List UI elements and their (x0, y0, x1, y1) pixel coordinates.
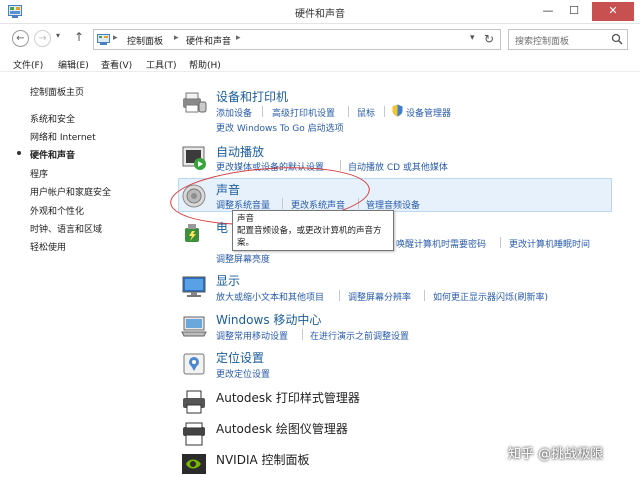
chevron-right-icon[interactable]: ▸ (236, 33, 241, 43)
up-button[interactable]: ↑ (74, 30, 84, 44)
power-options-icon[interactable] (180, 220, 208, 248)
category-autoplay[interactable]: 自动播放 (216, 143, 264, 160)
link-screen-resolution[interactable]: 调整屏幕分辨率 (348, 290, 411, 303)
sidebar-item-programs[interactable]: 程序 (30, 167, 48, 180)
display-monitor-icon[interactable] (180, 273, 208, 301)
category-mobility-center[interactable]: Windows 移动中心 (216, 311, 321, 328)
location-icon[interactable] (180, 350, 208, 378)
divider (424, 290, 425, 301)
back-button[interactable]: ← (12, 30, 29, 47)
devices-printers-icon[interactable] (180, 88, 208, 116)
divider (348, 106, 349, 117)
link-text-size[interactable]: 放大或缩小文本和其他项目 (216, 290, 324, 303)
chevron-right-icon[interactable]: ▸ (113, 33, 118, 43)
search-placeholder: 搜索控制面板 (515, 37, 570, 47)
link-adjust-brightness[interactable]: 调整屏幕亮度 (216, 252, 270, 265)
address-dropdown-icon[interactable]: ▾ (470, 33, 475, 43)
link-add-device[interactable]: 添加设备 (216, 106, 252, 119)
plotter-icon[interactable] (180, 420, 208, 448)
printer-style-icon[interactable] (180, 388, 208, 416)
divider (302, 329, 303, 340)
breadcrumb-control-panel[interactable]: 控制面板 (127, 34, 163, 47)
breadcrumb-hardware-sound[interactable]: 硬件和声音 (186, 34, 231, 47)
sidebar-item-system-security[interactable]: 系统和安全 (30, 112, 75, 125)
category-location-settings[interactable]: 定位设置 (216, 349, 264, 366)
link-presentation-settings[interactable]: 在进行演示之前调整设置 (310, 329, 409, 342)
divider (384, 106, 385, 117)
tooltip: 声音 配置音频设备，或更改计算机的声音方案。 (232, 210, 394, 251)
divider (262, 106, 263, 117)
category-display[interactable]: 显示 (216, 272, 240, 289)
recent-locations-dropdown[interactable]: ▾ (56, 31, 60, 40)
nvidia-icon[interactable] (180, 450, 208, 478)
chevron-right-icon[interactable]: ▸ (174, 33, 179, 43)
search-input[interactable]: 搜索控制面板 (508, 29, 628, 50)
search-icon[interactable] (611, 33, 623, 45)
sidebar-item-clock-region[interactable]: 时钟、语言和区域 (30, 222, 102, 235)
navigation-bar: ← → ▾ ↑ ▸ 控制面板 ▸ 硬件和声音 ▸ ▾ ↻ 搜索控制面板 (0, 26, 640, 52)
shield-icon (392, 104, 403, 117)
category-power-options[interactable]: 电 (216, 219, 228, 236)
link-change-location-settings[interactable]: 更改定位设置 (216, 367, 270, 380)
category-autodesk-print-styles[interactable]: Autodesk 打印样式管理器 (216, 389, 360, 406)
divider (340, 160, 341, 171)
category-autodesk-plotters[interactable]: Autodesk 绘图仪管理器 (216, 420, 348, 437)
menu-file[interactable]: 文件(F) (13, 58, 43, 71)
sidebar-item-network[interactable]: 网络和 Internet (30, 130, 96, 143)
link-mouse[interactable]: 鼠标 (357, 106, 375, 119)
link-windows-to-go[interactable]: 更改 Windows To Go 启动选项 (216, 121, 344, 134)
mobility-center-icon[interactable] (180, 312, 208, 340)
sidebar-item-home[interactable]: 控制面板主页 (30, 85, 84, 98)
tooltip-title: 声音 (237, 214, 255, 224)
title-bar: 硬件和声音 — ☐ ✕ (0, 0, 640, 24)
sidebar-item-appearance[interactable]: 外观和个性化 (30, 204, 84, 217)
link-fix-flicker[interactable]: 如何更正显示器闪烁(刷新率) (433, 290, 548, 303)
forward-button[interactable]: → (34, 30, 51, 47)
minimize-button[interactable]: — (536, 2, 560, 21)
link-change-sleep-time[interactable]: 更改计算机睡眠时间 (509, 237, 590, 250)
sidebar-item-ease-of-access[interactable]: 轻松使用 (30, 240, 66, 253)
link-device-manager[interactable]: 设备管理器 (406, 106, 451, 119)
menu-bar: 文件(F) 编辑(E) 查看(V) 工具(T) 帮助(H) (0, 54, 640, 72)
divider (339, 290, 340, 301)
link-advanced-printer-setup[interactable]: 高级打印机设置 (272, 106, 335, 119)
menu-edit[interactable]: 编辑(E) (58, 58, 89, 71)
menu-tools[interactable]: 工具(T) (146, 58, 177, 71)
link-autoplay-cd[interactable]: 自动播放 CD 或其他媒体 (348, 160, 448, 173)
maximize-button[interactable]: ☐ (562, 2, 586, 21)
category-nvidia-control-panel[interactable]: NVIDIA 控制面板 (216, 451, 310, 468)
menu-help[interactable]: 帮助(H) (189, 58, 221, 71)
autoplay-icon[interactable] (180, 143, 208, 171)
close-button[interactable]: ✕ (592, 2, 634, 21)
refresh-icon[interactable]: ↻ (484, 32, 494, 46)
category-devices-printers[interactable]: 设备和打印机 (216, 88, 288, 105)
current-page-bullet (17, 151, 21, 155)
menu-view[interactable]: 查看(V) (101, 58, 132, 71)
link-mobility-settings[interactable]: 调整常用移动设置 (216, 329, 288, 342)
tooltip-description: 配置音频设备，或更改计算机的声音方案。 (237, 226, 382, 248)
link-require-password-on-wake[interactable]: 唤醒计算机时需要密码 (396, 237, 486, 250)
sidebar-item-hardware-sound: 硬件和声音 (30, 151, 76, 161)
sidebar-item-user-accounts[interactable]: 用户帐户和家庭安全 (30, 185, 111, 198)
control-panel-icon (97, 34, 110, 45)
watermark: 知乎 @挑战极限 (508, 447, 604, 462)
divider (500, 237, 501, 248)
sidebar: 控制面板主页 系统和安全 网络和 Internet 硬件和声音 程序 用户帐户和… (0, 72, 170, 480)
address-bar[interactable]: ▸ 控制面板 ▸ 硬件和声音 ▸ ▾ ↻ (93, 29, 501, 50)
